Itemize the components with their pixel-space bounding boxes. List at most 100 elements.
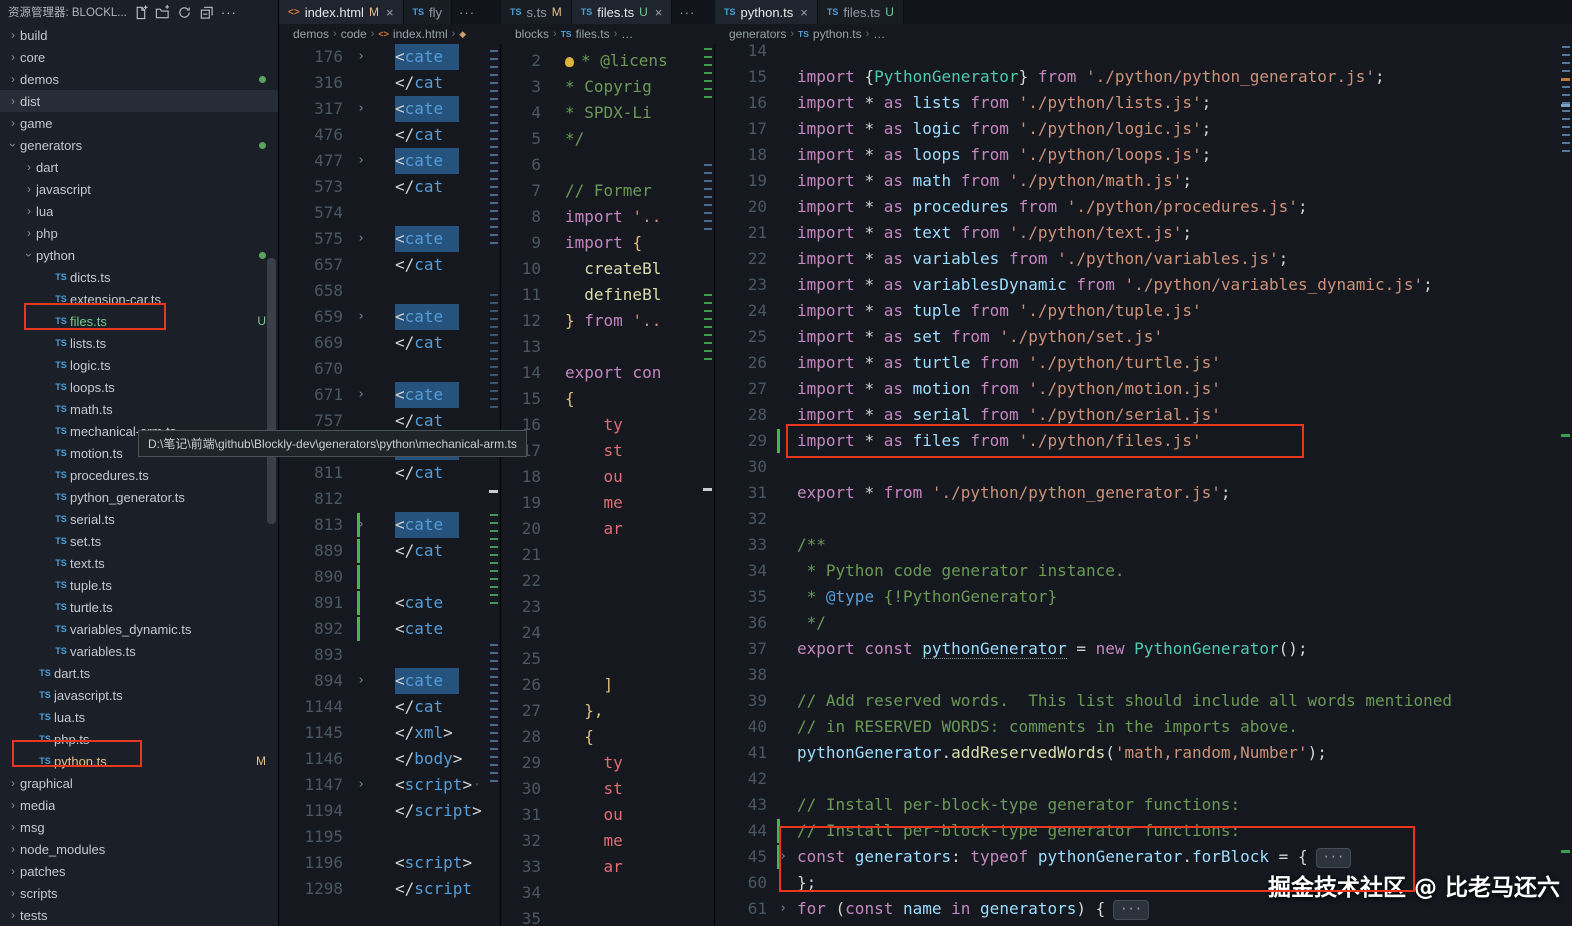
code-line-574[interactable]: 574 [279,200,487,226]
fold-chevron-icon[interactable]: › [353,96,369,122]
code-line-25[interactable]: 25 [501,646,701,672]
code-line-893[interactable]: 893 [279,642,487,668]
tree-item-core[interactable]: › core [0,46,278,68]
code-line-659[interactable]: 659 › <cate [279,304,487,330]
code-line-32[interactable]: 32 me [501,828,701,854]
tree-item-demos[interactable]: › demos [0,68,278,90]
breadcrumb-item-…[interactable]: … [621,27,633,41]
code-line-14[interactable]: 14 export con [501,360,701,386]
breadcrumb-item-blocks[interactable]: blocks [515,27,549,41]
code-line-34[interactable]: 34 [501,880,701,906]
tree-item-lua[interactable]: › lua [0,200,278,222]
tab-index.html[interactable]: <> index.html M × [279,0,404,24]
code-line-45[interactable]: 45 › const generators: typeof pythonGenera… [715,844,1559,870]
code-line-21[interactable]: 21 [501,542,701,568]
code-line-669[interactable]: 669 </cat [279,330,487,356]
code-line-6[interactable]: 6 [501,152,701,178]
tree-item-python.ts[interactable]: TS python.ts M [0,750,278,772]
breadcrumb-item-…[interactable]: … [873,27,885,41]
code-line-27[interactable]: 27 }, [501,698,701,724]
code-line-31[interactable]: 31 export * from './python/python_generat… [715,480,1559,506]
code-editor-files-ts[interactable]: 2 * @licens 3 * Copyrig 4 * SPDX-Li 5 */ 6 7 // Fo… [501,48,701,926]
code-editor-python-ts[interactable]: 14 15 import {PythonGenerator} from './pyt… [715,38,1559,926]
code-editor-index-html[interactable]: 176 › <cate 316 </cat 317 › <cate 476 </cat 477 › <c… [279,44,487,926]
code-line-18[interactable]: 18 ou [501,464,701,490]
minimap[interactable] [1559,44,1572,926]
tree-item-procedures.ts[interactable]: TS procedures.ts [0,464,278,486]
code-line-26[interactable]: 26 import * as turtle from './python/turt… [715,350,1559,376]
code-line-1194[interactable]: 1194 </script> [279,798,487,824]
code-line-41[interactable]: 41 pythonGenerator.addReservedWords('math… [715,740,1559,766]
tab-files.ts[interactable]: TS files.ts U × [571,0,673,24]
code-line-5[interactable]: 5 */ [501,126,701,152]
fold-chevron-icon[interactable]: › [775,896,791,922]
tree-item-php[interactable]: › php [0,222,278,244]
tab-s.ts[interactable]: TS s.ts M [501,0,572,24]
code-line-24[interactable]: 24 [501,620,701,646]
code-line-13[interactable]: 13 [501,334,701,360]
tree-item-tuple.ts[interactable]: TS tuple.ts [0,574,278,596]
code-line-575[interactable]: 575 › <cate [279,226,487,252]
code-line-32[interactable]: 32 [715,506,1559,532]
code-line-3[interactable]: 3 * Copyrig [501,74,701,100]
tab-files.ts[interactable]: TS files.ts U [817,0,904,24]
code-line-44[interactable]: 44 // Install per-block-type generator fu… [715,818,1559,844]
tree-item-extension-car.ts[interactable]: TS extension-car.ts [0,288,278,310]
code-line-176[interactable]: 176 › <cate [279,44,487,70]
collapse-folders-icon[interactable] [199,5,214,20]
code-line-30[interactable]: 30 st [501,776,701,802]
code-line-28[interactable]: 28 import * as serial from './python/seri… [715,402,1559,428]
tree-item-php.ts[interactable]: TS php.ts [0,728,278,750]
tree-item-lua.ts[interactable]: TS lua.ts [0,706,278,728]
tree-item-tests[interactable]: › tests [0,904,278,926]
code-line-25[interactable]: 25 import * as set from './python/set.js' [715,324,1559,350]
breadcrumb-item-demos[interactable]: demos [293,27,329,41]
fold-chevron-icon[interactable]: › [353,512,369,538]
tree-item-game[interactable]: › game [0,112,278,134]
tree-item-scripts[interactable]: › scripts [0,882,278,904]
code-line-38[interactable]: 38 [715,662,1559,688]
tab-overflow-icon[interactable]: ··· [452,0,482,24]
code-line-35[interactable]: 35 [501,906,701,926]
fold-chevron-icon[interactable]: › [353,772,369,798]
tree-item-variables_dynamic.ts[interactable]: TS variables_dynamic.ts [0,618,278,640]
code-line-11[interactable]: 11 defineBl [501,282,701,308]
sidebar-scrollbar[interactable] [267,258,276,524]
code-line-811[interactable]: 811 </cat [279,460,487,486]
code-line-16[interactable]: 16 ty [501,412,701,438]
breadcrumb-item-files.ts[interactable]: TS files.ts [561,27,610,41]
code-line-24[interactable]: 24 import * as tuple from './python/tuple… [715,298,1559,324]
code-line-812[interactable]: 812 [279,486,487,512]
tab-overflow-icon[interactable]: ··· [672,0,702,24]
code-line-316[interactable]: 316 </cat [279,70,487,96]
tree-item-turtle.ts[interactable]: TS turtle.ts [0,596,278,618]
code-line-27[interactable]: 27 import * as motion from './python/moti… [715,376,1559,402]
fold-chevron-icon[interactable]: › [353,44,369,70]
code-line-28[interactable]: 28 { [501,724,701,750]
code-line-1145[interactable]: 1145 </xml> [279,720,487,746]
code-line-21[interactable]: 21 import * as text from './python/text.j… [715,220,1559,246]
fold-chevron-icon[interactable]: › [353,148,369,174]
code-line-37[interactable]: 37 export const pythonGenerator = new Pyt… [715,636,1559,662]
code-line-40[interactable]: 40 // in RESERVED WORDS: comments in the … [715,714,1559,740]
code-line-892[interactable]: 892 <cate [279,616,487,642]
tree-item-build[interactable]: › build [0,24,278,46]
code-line-22[interactable]: 22 import * as variables from './python/v… [715,246,1559,272]
code-line-890[interactable]: 890 [279,564,487,590]
code-line-23[interactable]: 23 [501,594,701,620]
tree-item-math.ts[interactable]: TS math.ts [0,398,278,420]
code-line-18[interactable]: 18 import * as loops from './python/loops… [715,142,1559,168]
close-icon[interactable]: × [655,5,663,20]
tree-item-msg[interactable]: › msg [0,816,278,838]
tree-item-javascript.ts[interactable]: TS javascript.ts [0,684,278,706]
minimap[interactable] [487,44,501,926]
close-icon[interactable]: × [800,5,808,20]
fold-chevron-icon[interactable]: › [353,382,369,408]
tree-item-dart.ts[interactable]: TS dart.ts [0,662,278,684]
fold-chevron-icon[interactable]: › [353,668,369,694]
code-line-20[interactable]: 20 ar [501,516,701,542]
tree-item-lists.ts[interactable]: TS lists.ts [0,332,278,354]
folded-code-indicator[interactable]: ··· [1113,899,1149,920]
code-line-19[interactable]: 19 me [501,490,701,516]
tree-item-logic.ts[interactable]: TS logic.ts [0,354,278,376]
